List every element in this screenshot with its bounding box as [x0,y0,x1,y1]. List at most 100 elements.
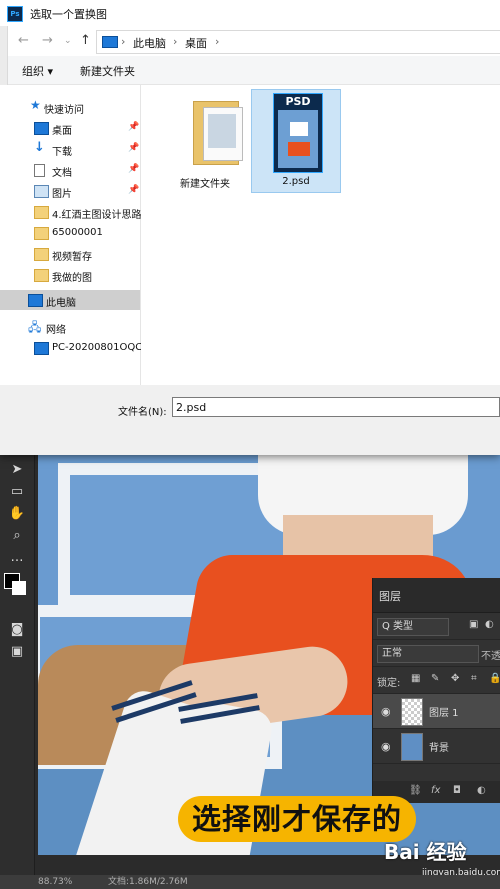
blend-mode-row: 正常 不透 [373,640,500,667]
adjustment-filter-icon[interactable]: ◐ [485,619,494,630]
breadcrumb-separator: › [215,35,220,48]
quick-mask-icon[interactable]: ◙ [6,621,28,639]
zoom-level[interactable]: 88.73% [38,875,72,889]
more-tools-icon[interactable]: … [6,549,28,567]
lock-move-icon[interactable]: ✥ [451,673,459,684]
sidebar-item-label: 下载 [52,147,72,158]
forward-arrow-icon[interactable]: → [42,33,53,48]
hand-tool-icon[interactable]: ✋ [6,505,28,523]
navigation-pane: ★ 快速访问 桌面 📌 ↓ 下载 📌 文档 📌 图片 📌 4.红酒主图设计思路 [0,85,143,385]
sidebar-item-documents[interactable]: 文档 📌 [0,160,140,180]
sidebar-item-folder[interactable]: 视频暂存 [0,244,140,264]
computer-icon [28,294,43,307]
breadcrumb-this-pc[interactable]: 此电脑 [133,35,166,51]
psd-file-icon: PSD [273,93,323,173]
sidebar-item-folder[interactable]: 4.红酒主图设计思路 [0,202,142,222]
file-name: 新建文件夹 [180,179,230,190]
visibility-eye-icon[interactable]: ◉ [381,740,391,753]
layer-row-background[interactable]: ◉ 背景 [373,729,500,764]
opacity-label: 不透 [481,651,500,662]
new-folder-button[interactable]: 新建文件夹 [80,63,135,79]
filename-label: 文件名(N): [118,407,167,418]
blend-mode-select[interactable]: 正常 [377,645,479,663]
pin-icon[interactable]: 📌 [128,164,139,174]
pin-icon[interactable]: 📌 [128,122,139,132]
status-bar: 88.73% 文档:1.86M/2.76M [0,875,500,889]
sidebar-item-pictures[interactable]: 图片 📌 [0,181,140,201]
sidebar-item-downloads[interactable]: ↓ 下载 📌 [0,139,140,159]
sidebar-item-folder[interactable]: 65000001 [0,223,140,243]
layer-filter-row: Q 类型 ▣ ◐ [373,613,500,640]
move-tool-icon[interactable]: ➤ [6,461,28,479]
dialog-title: 选取一个置换图 [30,8,107,21]
organize-menu-button[interactable]: 组织 ▾ [22,63,53,79]
download-icon: ↓ [34,140,45,155]
sidebar-item-label: 文档 [52,168,72,179]
layers-panel: 图层 Q 类型 ▣ ◐ 正常 不透 锁定: ▦ ✎ ✥ ⌗ 🔒 ◉ 图层 1 ◉… [372,578,500,803]
pc-icon [34,342,49,355]
sidebar-item-label: 视频暂存 [52,252,92,263]
visibility-eye-icon[interactable]: ◉ [381,705,391,718]
screen-mode-icon[interactable]: ▣ [6,643,28,661]
sidebar-item-quick-access[interactable]: ★ 快速访问 [0,97,140,117]
pin-icon[interactable]: 📌 [128,185,139,195]
open-file-dialog: Ps 选取一个置换图 ← → ⌄ ↑ › 此电脑 › 桌面 › 组织 ▾ 新建文… [0,0,500,455]
breadcrumb-separator: › [121,35,126,48]
folder-icon [34,269,49,282]
star-icon: ★ [30,98,41,112]
sidebar-item-label: 4.红酒主图设计思路 [52,210,142,221]
add-mask-icon[interactable]: ◘ [453,785,461,796]
breadcrumb-desktop[interactable]: 桌面 [185,35,207,51]
sidebar-item-this-pc[interactable]: 此电脑 [0,290,140,310]
background-color-swatch[interactable] [12,581,26,595]
sidebar-item-desktop[interactable]: 桌面 📌 [0,118,140,138]
dialog-titlebar: Ps 选取一个置换图 [0,0,500,26]
file-list: 新建文件夹 PSD 2.psd [141,85,500,385]
psd-badge: PSD [285,95,311,108]
lock-transparent-icon[interactable]: ▦ [411,673,420,684]
navigation-bar: ← → ⌄ ↑ › 此电脑 › 桌面 › [0,26,500,56]
marquee-tool-icon[interactable]: ▭ [6,483,28,501]
folder-icon [34,248,49,261]
sidebar-item-label: 图片 [52,189,72,200]
sidebar-item-label: 65000001 [52,227,103,238]
document-size: 文档:1.86M/2.76M [108,877,188,887]
network-icon: 🖧 [28,320,42,334]
file-item-psd[interactable]: PSD 2.psd [251,89,341,193]
folder-icon [34,206,49,219]
layer-thumbnail [401,698,423,726]
address-bar[interactable]: › 此电脑 › 桌面 › [96,30,500,54]
recent-chevron-icon[interactable]: ⌄ [64,36,72,46]
sidebar-item-label: 此电脑 [46,298,76,309]
pin-icon[interactable]: 📌 [128,143,139,153]
lock-all-icon[interactable]: 🔒 [489,673,500,684]
link-layers-icon[interactable]: ⛓ [409,785,422,796]
sidebar-item-folder[interactable]: 我做的图 [0,265,140,285]
folder-icon [193,101,243,165]
zoom-tool-icon[interactable]: ⌕ [6,527,28,545]
sidebar-item-label: 快速访问 [44,105,84,116]
image-filter-icon[interactable]: ▣ [469,619,478,630]
layers-tab[interactable]: 图层 [379,588,401,604]
adjustment-layer-icon[interactable]: ◐ [477,785,486,796]
picture-icon [34,185,49,198]
document-icon [34,164,45,177]
photoshop-app-icon: Ps [7,6,23,22]
tools-panel: ➤ ▭ ✋ ⌕ … ◙ ▣ [0,455,35,875]
file-item-folder[interactable]: 新建文件夹 [161,89,249,191]
sidebar-item-label: 网络 [46,325,66,336]
back-arrow-icon[interactable]: ← [18,33,29,48]
filename-input[interactable]: 2.psd [172,397,500,417]
folder-icon [34,227,49,240]
lock-artboard-icon[interactable]: ⌗ [471,673,477,684]
sidebar-item-label: PC-20200801OQC [52,342,143,353]
layer-row-layer1[interactable]: ◉ 图层 1 [373,694,500,729]
command-bar: 组织 ▾ 新建文件夹 [0,56,500,85]
layer-name: 图层 1 [429,708,459,719]
sidebar-item-pc[interactable]: PC-20200801OQC [0,338,143,358]
fx-button[interactable]: fx [431,785,440,796]
lock-brush-icon[interactable]: ✎ [431,673,439,684]
sidebar-item-network[interactable]: 🖧 网络 [0,317,140,337]
layer-filter-select[interactable]: Q 类型 [377,618,449,636]
up-arrow-icon[interactable]: ↑ [80,33,91,48]
